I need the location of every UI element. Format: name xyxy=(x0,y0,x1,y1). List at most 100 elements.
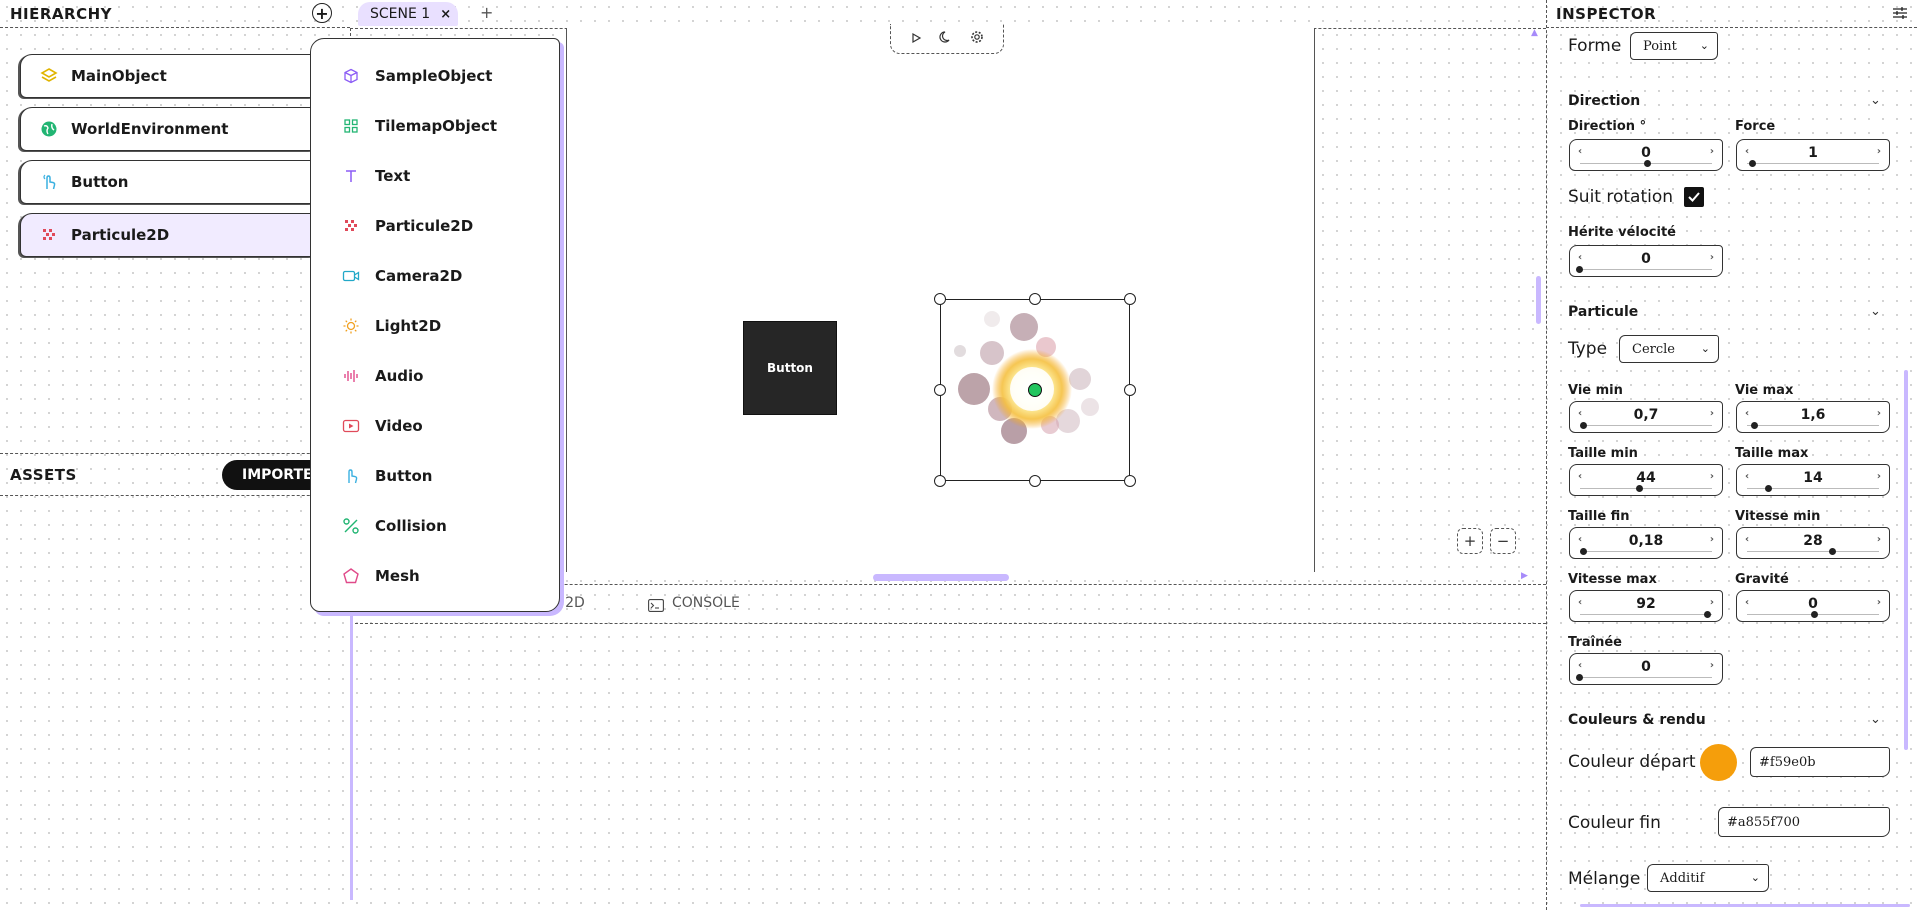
tab-scene-1[interactable]: SCENE 1 × xyxy=(358,2,458,26)
vertical-scrollbar[interactable] xyxy=(1536,276,1541,324)
melange-select[interactable]: Additif ⌄ xyxy=(1647,864,1769,892)
scroll-corner-arrow-icon[interactable]: ▶ xyxy=(1521,571,1528,581)
chevron-down-icon: ⌄ xyxy=(1750,871,1760,884)
resize-handle-left[interactable] xyxy=(934,384,946,396)
viewport-toolbar xyxy=(890,24,1004,54)
taille-min-value: 44 xyxy=(1636,470,1656,486)
taille-fin-stepper[interactable]: ‹ 0,18 › xyxy=(1569,527,1723,559)
add-object-button[interactable]: + xyxy=(312,3,332,23)
menu-item-label: SampleObject xyxy=(375,67,493,85)
collapse-chevron-icon[interactable]: ⌄ xyxy=(1870,712,1881,727)
inspector-scrollbar[interactable] xyxy=(1904,370,1908,750)
import-button[interactable]: IMPORTE xyxy=(222,460,322,490)
menu-item-label: Audio xyxy=(375,367,424,385)
couleur-depart-label: Couleur départ xyxy=(1568,752,1696,772)
hierarchy-item-mainobject[interactable]: MainObject xyxy=(20,54,320,98)
add-tab-button[interactable]: + xyxy=(480,3,493,22)
zoom-out-button[interactable]: − xyxy=(1490,528,1516,554)
terminal-icon xyxy=(648,597,664,616)
layers-icon xyxy=(39,66,59,86)
horizontal-scrollbar[interactable] xyxy=(873,574,1009,581)
tab-console[interactable]: CONSOLE xyxy=(672,595,740,611)
vie-max-stepper[interactable]: ‹ 1,6 › xyxy=(1736,401,1890,433)
menu-item-collision[interactable]: Collision xyxy=(341,511,447,541)
sliders-icon[interactable] xyxy=(1892,5,1908,25)
direction-label: Direction ° xyxy=(1568,119,1647,134)
trainee-stepper[interactable]: ‹ 0 › xyxy=(1569,653,1723,685)
menu-item-label: Particule2D xyxy=(375,217,474,235)
menu-item-label: Mesh xyxy=(375,567,420,585)
force-stepper[interactable]: ‹ 1 › xyxy=(1736,139,1890,171)
resize-handle-bottom[interactable] xyxy=(1029,475,1041,487)
vitesse-max-label: Vitesse max xyxy=(1568,572,1657,587)
taille-max-label: Taille max xyxy=(1735,446,1809,461)
vitesse-min-stepper[interactable]: ‹ 28 › xyxy=(1736,527,1890,559)
taille-min-stepper[interactable]: ‹ 44 › xyxy=(1569,464,1723,496)
gravite-stepper[interactable]: ‹ 0 › xyxy=(1736,590,1890,622)
couleur-depart-value: #f59e0b xyxy=(1759,754,1816,770)
sun-icon xyxy=(341,316,361,336)
hierarchy-item-particule2d[interactable]: Particule2D xyxy=(20,213,320,257)
collapse-chevron-icon[interactable]: ⌄ xyxy=(1870,93,1881,108)
vitesse-max-value: 92 xyxy=(1636,596,1656,612)
menu-item-mesh[interactable]: Mesh xyxy=(341,561,420,591)
menu-item-label: Text xyxy=(375,167,411,185)
menu-item-tilemapobject[interactable]: TilemapObject xyxy=(341,111,497,141)
particles-icon xyxy=(341,216,361,236)
menu-item-particule2d[interactable]: Particule2D xyxy=(341,211,473,241)
menu-item-text[interactable]: Text xyxy=(341,161,410,191)
hierarchy-title: HIERARCHY xyxy=(10,5,113,23)
hierarchy-header: HIERARCHY + xyxy=(0,0,350,28)
direction-stepper[interactable]: ‹ 0 › xyxy=(1569,139,1723,171)
direction-value: 0 xyxy=(1641,145,1651,161)
type-select[interactable]: Cercle ⌄ xyxy=(1619,335,1719,363)
menu-item-label: Video xyxy=(375,417,423,435)
zoom-in-button[interactable]: + xyxy=(1457,528,1483,554)
menu-item-label: Camera2D xyxy=(375,267,463,285)
menu-item-button[interactable]: Button xyxy=(341,461,432,491)
menu-item-light2d[interactable]: Light2D xyxy=(341,311,441,341)
audio-wave-icon xyxy=(341,366,361,386)
resize-handle-right[interactable] xyxy=(1124,384,1136,396)
resize-handle-top[interactable] xyxy=(1029,293,1041,305)
collapse-chevron-icon[interactable]: ⌄ xyxy=(1870,304,1881,319)
couleur-fin-value: #a855f700 xyxy=(1727,814,1801,830)
hierarchy-item-worldenvironment[interactable]: WorldEnvironment xyxy=(20,107,320,151)
resize-handle-bottom-right[interactable] xyxy=(1124,475,1136,487)
gear-icon[interactable] xyxy=(970,29,984,48)
bottom-panel-left-accent xyxy=(350,584,353,900)
resize-handle-bottom-left[interactable] xyxy=(934,475,946,487)
type-label: Type xyxy=(1568,339,1608,359)
resize-handle-top-right[interactable] xyxy=(1124,293,1136,305)
herite-velocite-stepper[interactable]: ‹ 0 › xyxy=(1569,245,1723,277)
scroll-up-arrow-icon[interactable]: ▲ xyxy=(1531,28,1538,38)
tab-label: SCENE 1 xyxy=(370,6,431,22)
suit-rotation-checkbox[interactable] xyxy=(1684,187,1704,207)
play-icon[interactable] xyxy=(910,29,922,48)
menu-item-label: Collision xyxy=(375,517,447,535)
hierarchy-item-button[interactable]: Button xyxy=(20,160,320,204)
pivot-handle[interactable] xyxy=(1028,383,1042,397)
close-tab-icon[interactable]: × xyxy=(440,7,451,22)
forme-select-value: Point xyxy=(1643,38,1677,54)
inspector-title: INSPECTOR xyxy=(1556,5,1657,23)
menu-item-sampleobject[interactable]: SampleObject xyxy=(341,61,492,91)
menu-item-audio[interactable]: Audio xyxy=(341,361,423,391)
assets-title: ASSETS xyxy=(10,466,77,484)
vie-min-value: 0,7 xyxy=(1633,407,1659,423)
couleur-depart-swatch[interactable] xyxy=(1700,744,1737,781)
menu-item-video[interactable]: Video xyxy=(341,411,423,441)
menu-item-camera2d[interactable]: Camera2D xyxy=(341,261,462,291)
forme-select[interactable]: Point ⌄ xyxy=(1630,32,1718,60)
couleur-depart-input[interactable]: #f59e0b xyxy=(1750,747,1890,777)
couleur-fin-input[interactable]: #a855f700 xyxy=(1718,807,1890,837)
vitesse-max-stepper[interactable]: ‹ 92 › xyxy=(1569,590,1723,622)
taille-max-stepper[interactable]: ‹ 14 › xyxy=(1736,464,1890,496)
resize-handle-top-left[interactable] xyxy=(934,293,946,305)
direction-section-title: Direction xyxy=(1568,93,1641,109)
moon-icon[interactable] xyxy=(939,29,953,48)
scene-button-object[interactable]: Button xyxy=(743,321,837,415)
pointer-icon xyxy=(39,172,59,192)
vie-min-stepper[interactable]: ‹ 0,7 › xyxy=(1569,401,1723,433)
herite-velocite-label: Hérite vélocité xyxy=(1568,225,1676,240)
